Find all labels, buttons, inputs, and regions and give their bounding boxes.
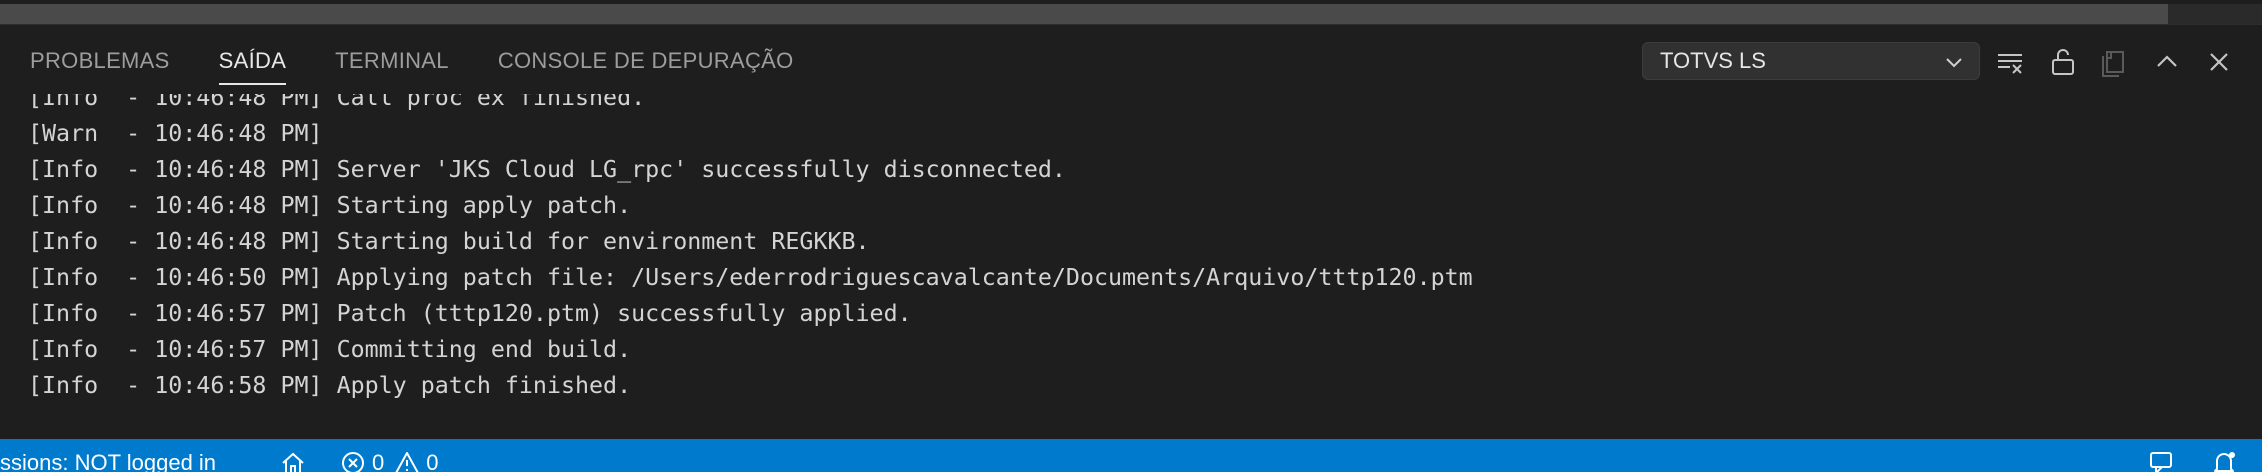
problems-status[interactable]: 0 0 xyxy=(340,439,439,472)
output-line: [Warn - 10:46:48 PM] xyxy=(28,120,323,147)
output-line: [Info - 10:46:58 PM] Apply patch finishe… xyxy=(28,372,632,399)
output-line: [Info - 10:46:48 PM] Server 'JKS Cloud L… xyxy=(28,156,1066,183)
top-scrollbar[interactable] xyxy=(0,0,2262,24)
panel-tabs: PROBLEMAS SAÍDA TERMINAL CONSOLE DE DEPU… xyxy=(30,25,843,95)
notifications-button[interactable] xyxy=(2210,439,2238,472)
close-panel-icon xyxy=(2210,53,2228,71)
warning-icon xyxy=(395,452,419,472)
open-in-editor-button[interactable] xyxy=(2100,47,2130,77)
lock-scroll-icon xyxy=(2052,49,2074,75)
panel-header: PROBLEMAS SAÍDA TERMINAL CONSOLE DE DEPU… xyxy=(0,24,2262,94)
error-icon xyxy=(342,452,364,472)
tab-problemas[interactable]: PROBLEMAS xyxy=(30,25,170,95)
output-log[interactable]: [Info - 10:46:48 PM] Call proc ex finish… xyxy=(0,94,2262,439)
tab-saida[interactable]: SAÍDA xyxy=(218,25,287,95)
feedback-button[interactable] xyxy=(2148,439,2176,472)
feedback-icon xyxy=(2150,452,2172,472)
scrollbar-thumb[interactable] xyxy=(0,4,2168,24)
tab-console-de-depuracao[interactable]: CONSOLE DE DEPURAÇÃO xyxy=(498,25,794,95)
clear-output-button[interactable] xyxy=(1996,47,2026,77)
output-line: [Info - 10:46:57 PM] Patch (tttp120.ptm)… xyxy=(28,300,912,327)
output-line: [Info - 10:46:57 PM] Committing end buil… xyxy=(28,336,632,363)
scrollbar-track xyxy=(2168,4,2262,24)
bell-icon xyxy=(2214,452,2235,472)
open-in-editor-icon xyxy=(2102,51,2124,77)
chevron-down-icon xyxy=(1946,58,1962,68)
lock-scroll-button[interactable] xyxy=(2048,47,2078,77)
maximize-panel-icon xyxy=(2157,55,2177,67)
output-line: [Info - 10:46:50 PM] Applying patch file… xyxy=(28,264,1473,291)
close-panel-button[interactable] xyxy=(2204,47,2234,77)
output-line: [Info - 10:46:48 PM] Starting apply patc… xyxy=(28,192,632,219)
sessions-status-text: ssions: NOT logged in xyxy=(0,450,217,472)
maximize-panel-button[interactable] xyxy=(2152,47,2182,77)
home-button[interactable] xyxy=(280,439,306,472)
errors-count: 0 xyxy=(372,450,385,472)
tab-terminal[interactable]: TERMINAL xyxy=(335,25,449,95)
output-channel-select[interactable]: TOTVS LS xyxy=(1642,42,1980,80)
output-line: [Info - 10:46:48 PM] Call proc ex finish… xyxy=(28,94,646,111)
clear-output-icon xyxy=(1998,54,2022,74)
home-icon xyxy=(282,452,304,472)
warnings-count: 0 xyxy=(426,450,439,472)
sessions-status[interactable]: ssions: NOT logged in xyxy=(0,439,216,472)
output-channel-value: TOTVS LS xyxy=(1660,48,1766,73)
status-bar: ssions: NOT logged in 0 0 xyxy=(0,439,2262,472)
output-lines: [Info - 10:46:48 PM] Call proc ex finish… xyxy=(28,94,1473,404)
output-line: [Info - 10:46:48 PM] Starting build for … xyxy=(28,228,870,255)
